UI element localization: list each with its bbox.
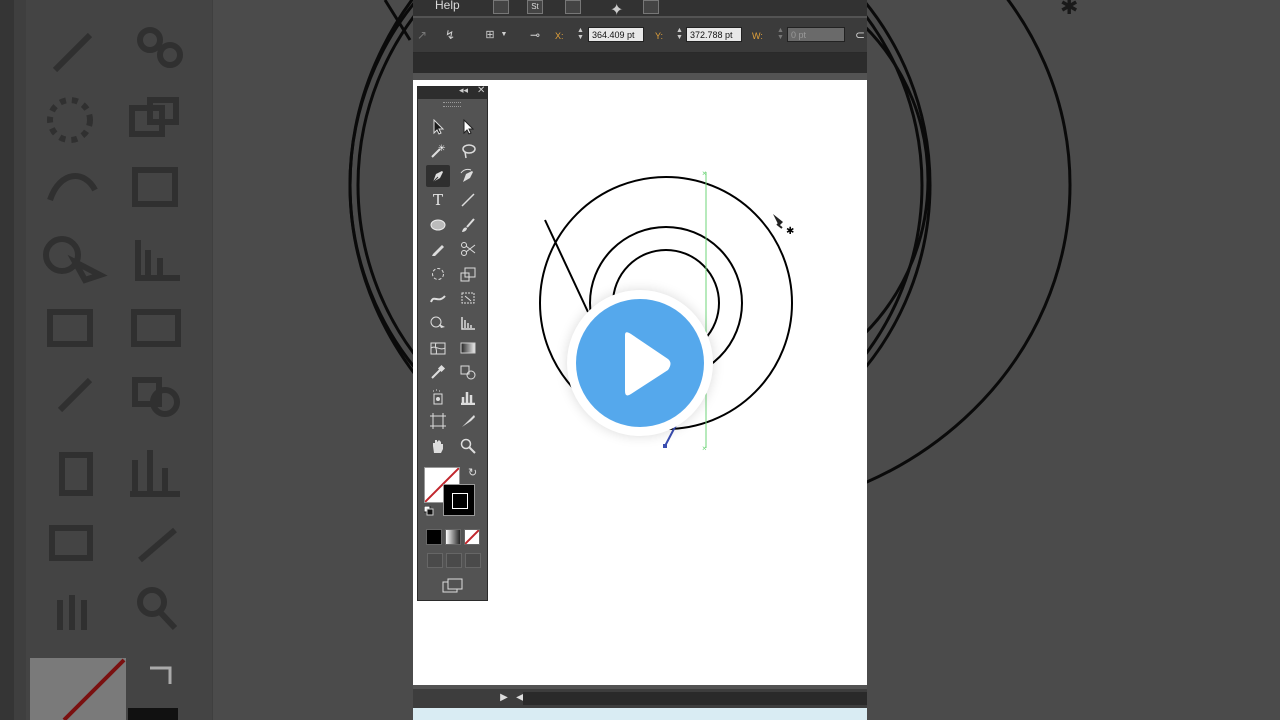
scroll-thumb[interactable] xyxy=(523,692,867,705)
paintbrush-tool-icon[interactable] xyxy=(456,214,480,236)
svg-text:✳: ✳ xyxy=(438,143,446,153)
slice-tool-icon[interactable] xyxy=(456,410,480,432)
none-mode-button[interactable] xyxy=(464,529,480,545)
rotate-tool-icon[interactable] xyxy=(426,263,450,285)
zoom-tool-icon[interactable] xyxy=(456,435,480,457)
change-screen-mode-icon[interactable] xyxy=(442,578,464,594)
tools-panel-header: ◂◂ ✕ xyxy=(418,85,487,99)
menu-bar: Help St ✦ xyxy=(413,0,867,19)
x-spinner[interactable]: ▲ ▼ xyxy=(576,27,585,42)
w-input[interactable]: 0 pt xyxy=(787,27,845,42)
bridge-icon[interactable] xyxy=(493,0,509,14)
y-label: Y: xyxy=(655,31,664,41)
graph-tool-icon[interactable] xyxy=(456,312,480,334)
default-fill-stroke-icon[interactable] xyxy=(424,506,434,516)
panel-grip[interactable] xyxy=(443,102,461,107)
y-spinner[interactable]: ▲ ▼ xyxy=(675,27,684,42)
pen-tool-icon[interactable] xyxy=(426,165,450,187)
curve-icon[interactable]: ↗ xyxy=(415,28,429,42)
gradient-mode-button[interactable] xyxy=(445,529,461,545)
stock-icon[interactable]: St xyxy=(527,0,543,14)
pencil-tool-icon[interactable] xyxy=(426,238,450,260)
width-tool-icon[interactable] xyxy=(426,287,450,309)
svg-text:×: × xyxy=(702,169,707,178)
shape-builder-tool-icon[interactable] xyxy=(426,312,450,334)
horizontal-scrollbar[interactable]: ▶ ◀ xyxy=(413,689,867,708)
anchor-point xyxy=(663,444,667,448)
magic-wand-tool-icon[interactable]: ✳ xyxy=(426,140,450,162)
taskbar xyxy=(413,708,867,720)
swap-fill-stroke-icon[interactable]: ↻ xyxy=(468,466,477,479)
gradient-tool-icon[interactable] xyxy=(456,337,480,359)
svg-text:✱: ✱ xyxy=(1060,0,1078,20)
x-label: X: xyxy=(555,31,564,41)
column-graph-tool-icon[interactable] xyxy=(456,386,480,408)
sync-icon[interactable]: ✦ xyxy=(610,0,624,19)
gpu-icon[interactable] xyxy=(643,0,659,14)
lasso-tool-icon[interactable] xyxy=(456,140,480,162)
x-input[interactable]: 364.409 pt xyxy=(588,27,644,42)
play-button[interactable] xyxy=(567,290,713,436)
type-tool-icon[interactable]: T xyxy=(426,189,450,211)
selection-tool-icon[interactable] xyxy=(426,116,450,138)
document-tab-strip xyxy=(413,53,867,73)
menu-help[interactable]: Help xyxy=(435,0,460,12)
w-spinner[interactable]: ▲ ▼ xyxy=(776,27,785,42)
w-label: W: xyxy=(752,31,763,41)
align-to-icon[interactable]: ⊸ xyxy=(528,28,542,42)
draw-normal-button[interactable] xyxy=(427,553,443,568)
line-segment-tool-icon[interactable] xyxy=(456,189,480,211)
stroke-color-swatch[interactable] xyxy=(443,484,475,516)
cut-path-icon[interactable]: ↯ xyxy=(443,28,457,42)
close-icon[interactable]: ✕ xyxy=(477,85,485,96)
color-mode-button[interactable] xyxy=(426,529,442,545)
scroll-right-icon[interactable]: ▶ xyxy=(497,691,511,705)
blend-tool-icon[interactable] xyxy=(456,361,480,383)
scissors-tool-icon[interactable] xyxy=(456,238,480,260)
draw-behind-button[interactable] xyxy=(446,553,462,568)
ellipse-tool-icon[interactable] xyxy=(426,214,450,236)
transform-grid-icon[interactable]: ⊞ xyxy=(483,28,497,42)
tools-panel: ◂◂ ✕ ✳ T ↻ xyxy=(417,85,488,601)
eyedropper-tool-icon[interactable] xyxy=(426,361,450,383)
symbol-sprayer-tool-icon[interactable] xyxy=(426,386,450,408)
y-input[interactable]: 372.788 pt xyxy=(686,27,742,42)
pen-cursor-icon: ✱ xyxy=(773,214,794,237)
arrange-documents-icon[interactable] xyxy=(565,0,581,14)
curvature-pen-tool-icon[interactable] xyxy=(456,165,480,187)
svg-text:×: × xyxy=(702,444,707,453)
direct-selection-tool-icon[interactable] xyxy=(456,116,480,138)
hand-tool-icon[interactable] xyxy=(426,435,450,457)
svg-text:✱: ✱ xyxy=(786,226,794,237)
free-transform-tool-icon[interactable] xyxy=(456,287,480,309)
mesh-tool-icon[interactable] xyxy=(426,337,450,359)
draw-inside-button[interactable] xyxy=(465,553,481,568)
artboard-tool-icon[interactable] xyxy=(426,410,450,432)
collapse-panel-icon[interactable]: ◂◂ xyxy=(459,85,468,96)
scale-tool-icon[interactable] xyxy=(456,263,480,285)
control-bar: ↗ ↯ ⊞ ▼ ⊸ X: ▲ ▼ 364.409 pt Y: ▲ ▼ 372.788… xyxy=(413,18,867,53)
play-icon xyxy=(625,332,671,396)
chevron-down-icon[interactable]: ▼ xyxy=(497,28,511,42)
link-icon[interactable]: ⊂ xyxy=(853,28,867,42)
